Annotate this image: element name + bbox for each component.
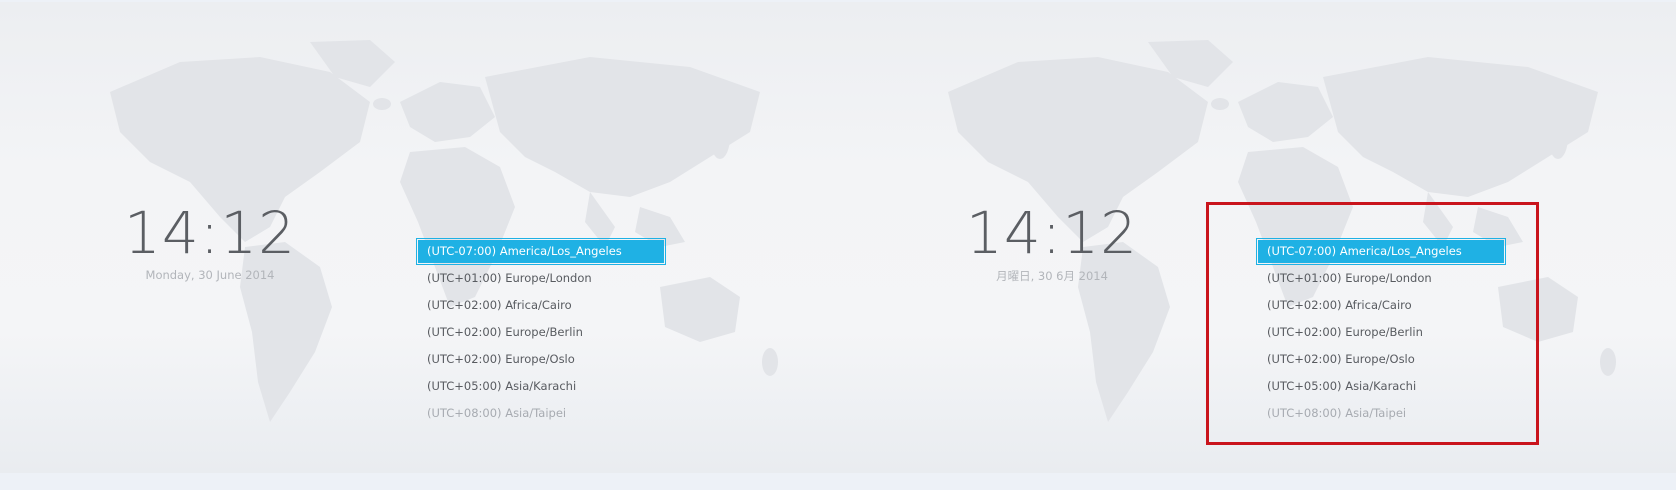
clock-widget: 14:12 Monday, 30 June 2014 [110, 201, 310, 282]
clock-panel-japanese: 14:12 月曜日, 30 6月 2014 (UTC-07:00) Americ… [838, 2, 1676, 473]
clock-time: 14:12 [965, 199, 1139, 267]
timezone-item[interactable]: (UTC+02:00) Africa/Cairo [418, 294, 664, 317]
clock-date: Monday, 30 June 2014 [145, 268, 275, 282]
comparison-stage: 14:12 Monday, 30 June 2014 (UTC-07:00) A… [0, 0, 1676, 490]
timezone-item[interactable]: (UTC+02:00) Europe/Berlin [1258, 321, 1504, 344]
clock-time: 14:12 [123, 199, 297, 267]
clock-widget: 14:12 月曜日, 30 6月 2014 [952, 201, 1152, 284]
timezone-item[interactable]: (UTC-07:00) America/Los_Angeles [1256, 238, 1506, 265]
timezone-item[interactable]: (UTC+01:00) Europe/London [1258, 267, 1504, 290]
timezone-item[interactable]: (UTC+05:00) Asia/Karachi [418, 375, 664, 398]
timezone-item[interactable]: (UTC+02:00) Europe/Berlin [418, 321, 664, 344]
timezone-item[interactable]: (UTC+02:00) Europe/Oslo [1258, 348, 1504, 371]
timezone-item[interactable]: (UTC+01:00) Europe/London [418, 267, 664, 290]
timezone-item[interactable]: (UTC+08:00) Asia/Taipei [418, 402, 664, 425]
timezone-list: (UTC-07:00) America/Los_Angeles (UTC+01:… [416, 238, 666, 429]
timezone-item[interactable]: (UTC+02:00) Africa/Cairo [1258, 294, 1504, 317]
timezone-item[interactable]: (UTC-07:00) America/Los_Angeles [416, 238, 666, 265]
timezone-item[interactable]: (UTC+05:00) Asia/Karachi [1258, 375, 1504, 398]
clock-date: 月曜日, 30 6月 2014 [996, 269, 1108, 283]
timezone-item[interactable]: (UTC+08:00) Asia/Taipei [1258, 402, 1504, 425]
timezone-item[interactable]: (UTC+02:00) Europe/Oslo [418, 348, 664, 371]
timezone-list: (UTC-07:00) America/Los_Angeles (UTC+01:… [1256, 238, 1506, 429]
clock-panel-english: 14:12 Monday, 30 June 2014 (UTC-07:00) A… [0, 2, 838, 473]
